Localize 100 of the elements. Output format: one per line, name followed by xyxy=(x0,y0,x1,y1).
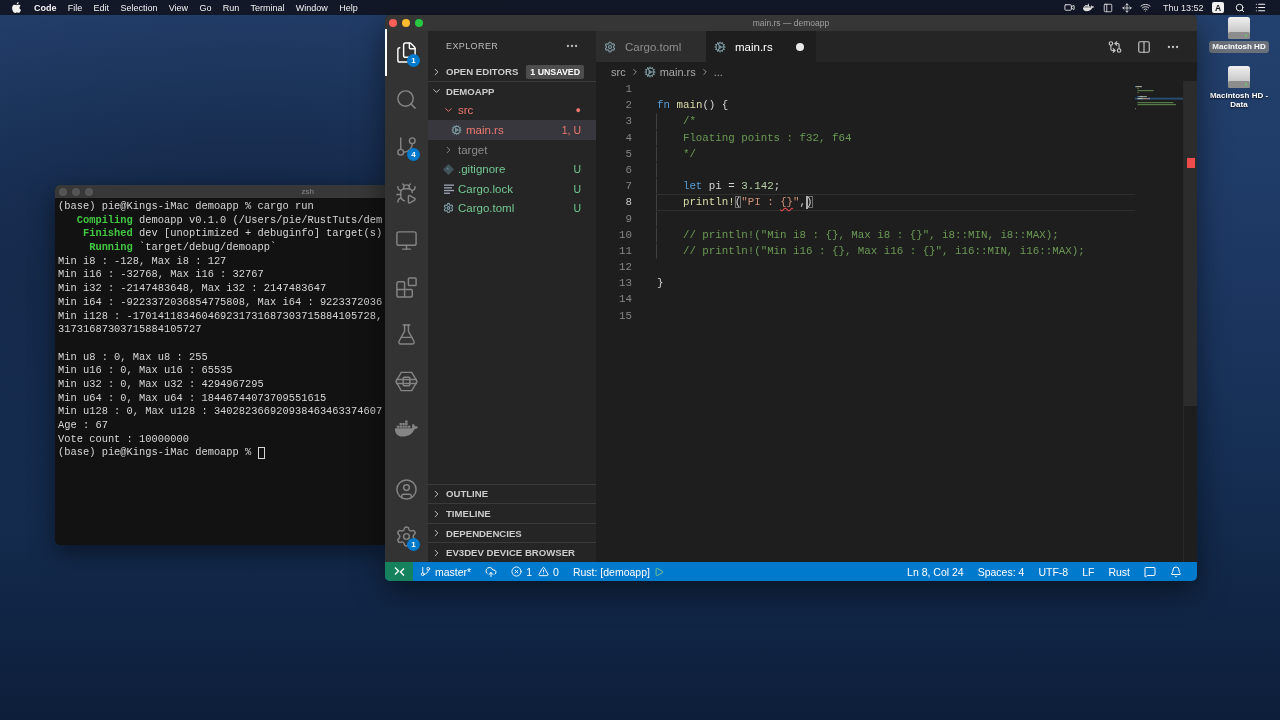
tree-item[interactable]: Cargo.toml U xyxy=(428,198,596,219)
menu-item[interactable]: Terminal xyxy=(250,2,285,13)
code-line: Floating points : f32, f64 xyxy=(681,131,852,144)
whale-icon[interactable] xyxy=(1083,2,1095,13)
terminal-line: 31731687303715884105727 xyxy=(58,323,202,337)
tree-item[interactable]: src ● xyxy=(428,100,596,121)
search-icon[interactable] xyxy=(1235,2,1245,13)
sidebar-title: EXPLORER xyxy=(446,41,499,52)
menu-item[interactable]: Window xyxy=(295,2,328,13)
scrollbar-thumb[interactable] xyxy=(1184,81,1197,406)
menu-item[interactable]: Help xyxy=(339,2,358,13)
line-number: 1 xyxy=(624,82,632,97)
apple-icon[interactable] xyxy=(12,2,21,13)
menu-item[interactable]: Edit xyxy=(93,2,110,13)
remote-button[interactable] xyxy=(385,562,413,581)
minimize-button[interactable] xyxy=(401,19,410,27)
hard-drive-icon[interactable] xyxy=(1228,65,1250,88)
branch-icon xyxy=(395,134,418,158)
unsaved-dot-icon xyxy=(796,42,804,51)
hexagon-icon xyxy=(395,369,418,393)
count-badge: 1 xyxy=(407,537,420,551)
tree-item[interactable]: Cargo.lock U xyxy=(428,179,596,199)
desktop-icon-label[interactable]: Macintosh HD xyxy=(1209,41,1269,53)
code-line: let pi = 3.142; xyxy=(681,180,781,193)
zoom-button[interactable] xyxy=(414,19,423,27)
app-menu[interactable]: Code xyxy=(34,2,57,13)
remote-icon xyxy=(393,566,405,577)
problems-button[interactable]: 1 0 xyxy=(504,562,566,581)
wifi-icon[interactable] xyxy=(1140,2,1152,13)
desktop-icon-label[interactable]: Macintosh HD - Data xyxy=(1206,89,1272,111)
count-badge: 4 xyxy=(407,147,420,161)
status-bar-item[interactable]: LF xyxy=(1075,562,1102,581)
branch-button[interactable]: master* xyxy=(413,562,479,581)
split-editor-icon[interactable] xyxy=(1137,39,1151,54)
speech-bubble-icon[interactable] xyxy=(1144,565,1156,578)
status-bar-item[interactable]: UTF-8 xyxy=(1031,562,1076,581)
menu-clock[interactable]: Thu 13:52 xyxy=(1162,2,1204,13)
cloud-upload-icon[interactable] xyxy=(485,565,498,578)
tree-item[interactable]: target xyxy=(428,139,596,160)
menu-item[interactable]: Run xyxy=(222,2,240,13)
breadcrumb-item[interactable]: main.rs xyxy=(643,65,696,78)
close-button[interactable] xyxy=(388,19,397,27)
code-line: /* xyxy=(681,115,696,128)
breadcrumb-item[interactable]: ... xyxy=(713,65,723,78)
terminal-line: Finished dev [unoptimized + debuginfo] target(s) xyxy=(81,227,383,241)
activity-bar-button[interactable]: 4 xyxy=(385,122,428,170)
terminal-line: Min u128 : 0, Max u128 : 340282366920938463463374607 xyxy=(58,405,383,419)
text-cursor xyxy=(806,196,808,209)
status-bar-item[interactable]: Rust: [demoapp] xyxy=(565,562,671,581)
count-badge: 1 xyxy=(407,53,420,67)
warning-icon xyxy=(538,566,550,577)
terminal-line: Min i8 : -128, Max i8 : 127 xyxy=(58,254,227,269)
editor-tab[interactable]: main.rs xyxy=(706,31,816,62)
error-marker xyxy=(1187,158,1195,168)
terminal-line: Min i128 : -170141183460469231731687303715884105728, xyxy=(58,309,383,324)
line-number: 6 xyxy=(624,162,632,178)
panel-icon[interactable] xyxy=(1102,2,1113,13)
menu-item[interactable]: Go xyxy=(199,2,212,13)
terminal-line: Min u8 : 0, Max u8 : 255 xyxy=(58,350,208,365)
terminal-line: Running `target/debug/demoapp` xyxy=(88,241,277,255)
git-status-decoration: U xyxy=(573,163,581,176)
git-status-decoration: ● xyxy=(575,105,581,116)
status-bar-item[interactable]: Spaces: 4 xyxy=(970,562,1032,581)
line-number: 13 xyxy=(618,276,632,292)
activity-bar-button[interactable]: 1 xyxy=(385,512,428,560)
search-icon xyxy=(395,87,418,111)
terminal-line: (base) pie@Kings-iMac demoapp % xyxy=(58,446,252,461)
status-bar-item[interactable]: Ln 8, Col 24 xyxy=(900,562,971,581)
tree-item[interactable]: main.rs 1, U xyxy=(428,120,596,140)
line-number: 10 xyxy=(618,227,632,243)
terminal-line: Min u32 : 0, Max u32 : 4294967295 xyxy=(58,377,264,392)
line-number: 15 xyxy=(618,308,632,324)
error-icon xyxy=(511,566,523,577)
section-header[interactable]: OPEN EDITORS 1 UNSAVED xyxy=(428,61,596,82)
list-icon[interactable] xyxy=(1254,2,1266,13)
activity-bar-button[interactable]: 1 xyxy=(385,28,428,76)
compare-icon[interactable] xyxy=(1108,39,1122,54)
menu-item[interactable]: File xyxy=(67,2,83,13)
line-number: 7 xyxy=(624,179,632,195)
gear-icon xyxy=(443,202,454,215)
tree-item[interactable]: .gitignore U xyxy=(428,159,596,180)
section-header[interactable]: DEMOAPP xyxy=(428,81,596,101)
line-number: 5 xyxy=(624,146,632,162)
input-source-indicator[interactable]: A xyxy=(1212,2,1224,13)
code-line: // println!("Min i16 : {}, Max i16 : {}", i16::MIN, i16::MAX); xyxy=(681,244,1085,257)
menu-item[interactable]: Selection xyxy=(120,2,158,13)
terminal-line: Min u64 : 0, Max u64 : 18446744073709551615 xyxy=(58,391,327,406)
move-icon[interactable] xyxy=(1121,2,1132,13)
code-line: fn main() { xyxy=(657,99,729,112)
line-number: 2 xyxy=(624,98,632,114)
breadcrumb-item[interactable]: src xyxy=(611,65,626,78)
bell-icon[interactable] xyxy=(1170,565,1182,578)
menu-item[interactable]: View xyxy=(168,2,189,13)
unsaved-count-badge: 1 UNSAVED xyxy=(526,64,584,79)
editor-tab[interactable]: Cargo.toml xyxy=(596,31,706,62)
terminal-line: Min u16 : 0, Max u16 : 65535 xyxy=(58,364,233,378)
terminal-line: Min i16 : -32768, Max i16 : 32767 xyxy=(58,268,264,283)
video-camera-icon[interactable] xyxy=(1064,2,1076,13)
terminal-line: Age : 67 xyxy=(58,419,108,433)
status-bar-item[interactable]: Rust xyxy=(1101,562,1137,581)
